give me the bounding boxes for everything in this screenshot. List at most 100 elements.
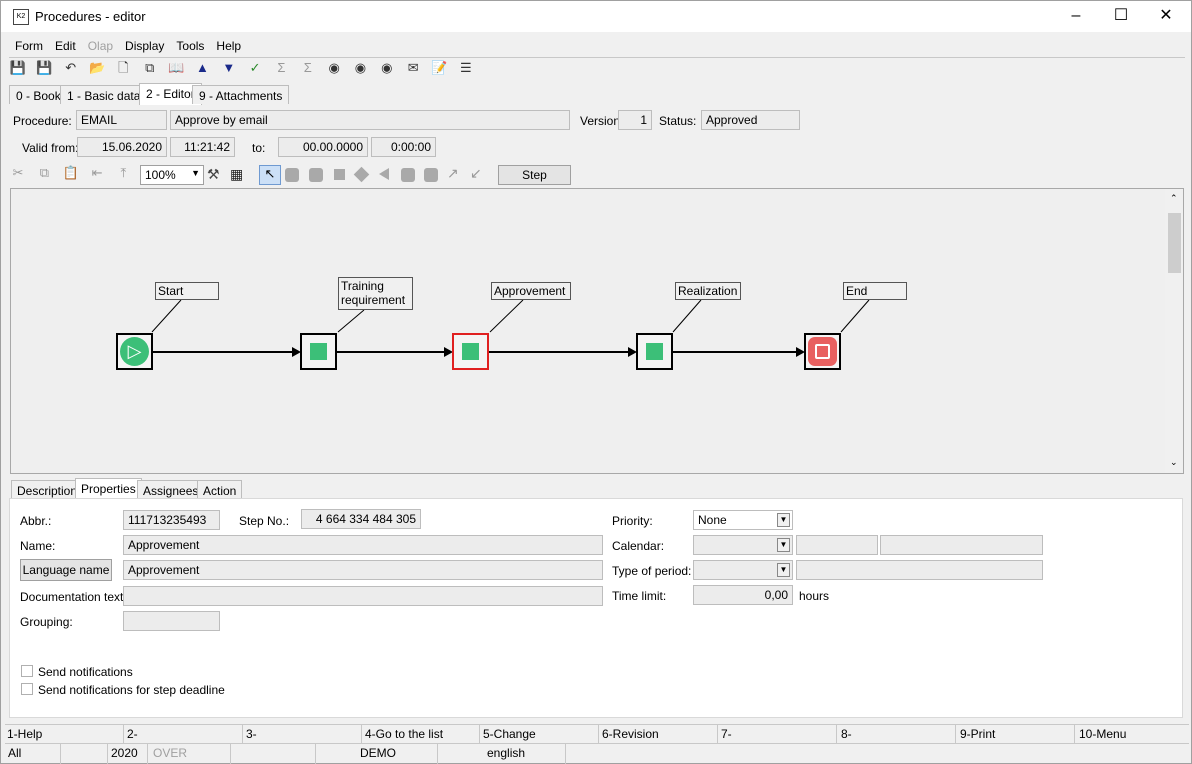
menu-olap[interactable]: Olap — [82, 35, 119, 53]
tab-properties[interactable]: Properties — [75, 478, 142, 500]
name-field[interactable]: Approvement — [123, 535, 603, 555]
book-icon[interactable]: 📖 — [167, 59, 185, 77]
version-field[interactable]: 1 — [618, 110, 652, 130]
fkey-change[interactable]: 5-Change — [483, 727, 536, 741]
step-no-field[interactable]: 4 664 334 484 305 — [301, 509, 421, 529]
decision-shape-icon[interactable] — [353, 166, 370, 183]
square-shape-icon[interactable] — [334, 169, 345, 180]
to-date-field[interactable]: 00.00.0000 — [278, 137, 368, 157]
scroll-down-icon[interactable]: ⌄ — [1170, 457, 1178, 468]
node-label-end[interactable]: End — [843, 282, 907, 300]
send-notifications-deadline-checkbox[interactable] — [21, 683, 33, 695]
tab-attachments[interactable]: 9 - Attachments — [192, 85, 290, 104]
fkey-revision[interactable]: 6-Revision — [602, 727, 659, 741]
type-of-period-select[interactable]: ▼ — [693, 560, 793, 580]
calendar-code-field[interactable] — [796, 535, 878, 555]
fkey-8[interactable]: 8- — [841, 727, 852, 741]
fkey-2[interactable]: 2- — [127, 727, 138, 741]
valid-from-date-field[interactable]: 15.06.2020 — [77, 137, 167, 157]
menu-lines-icon[interactable]: ☰ — [457, 59, 475, 77]
abbr-field[interactable]: 111713235493 — [123, 510, 220, 530]
valid-from-time-field[interactable]: 11:21:42 — [170, 137, 235, 157]
node-label-realization[interactable]: Realization — [675, 282, 741, 300]
arrow-down-icon[interactable]: ▼ — [220, 59, 238, 77]
tab-assignees[interactable]: Assignees — [137, 480, 205, 499]
find-prev-icon[interactable]: ◉ — [378, 59, 396, 77]
close-icon[interactable]: ✕ — [1143, 1, 1189, 32]
time-limit-field[interactable]: 0,00 — [693, 585, 793, 605]
flow-arrow[interactable] — [673, 351, 797, 353]
tab-description[interactable]: Description — [11, 480, 84, 499]
maximize-icon[interactable]: ☐ — [1098, 1, 1144, 32]
pointer-tool-icon[interactable]: ↖ — [259, 165, 281, 185]
menu-help[interactable]: Help — [210, 35, 247, 53]
subtask-shape-icon[interactable] — [309, 168, 323, 182]
priority-select[interactable]: None ▼ — [693, 510, 793, 530]
grouping-field[interactable] — [123, 611, 220, 631]
calendar-select[interactable]: ▼ — [693, 535, 793, 555]
sum-filter-icon[interactable]: Σ — [299, 59, 317, 77]
end-node[interactable] — [804, 333, 841, 370]
calendar-name-field[interactable] — [880, 535, 1043, 555]
fkey-7[interactable]: 7- — [721, 727, 732, 741]
status-field[interactable]: Approved — [701, 110, 800, 130]
flow-arrow[interactable] — [489, 351, 629, 353]
binoculars-icon[interactable]: ◉ — [325, 59, 343, 77]
triangle-shape-icon[interactable] — [379, 168, 389, 180]
open-folder-icon[interactable]: 📂 — [88, 59, 106, 77]
undo-icon[interactable]: ↶ — [62, 59, 80, 77]
step-sequence-button[interactable]: Step sequence — [498, 165, 571, 200]
sum-icon[interactable]: Σ — [272, 59, 290, 77]
task-node-approvement[interactable] — [452, 333, 489, 370]
copy-icon[interactable]: ⧉ — [35, 164, 53, 182]
minimize-icon[interactable]: – — [1053, 1, 1099, 32]
scroll-thumb[interactable] — [1168, 213, 1181, 273]
stop-shape-icon[interactable] — [424, 168, 438, 182]
chevron-down-icon[interactable]: ▼ — [777, 513, 790, 527]
end-shape-icon[interactable] — [401, 168, 415, 182]
chevron-down-icon[interactable]: ▼ — [777, 538, 790, 552]
send-notifications-checkbox[interactable] — [21, 665, 33, 677]
to-time-field[interactable]: 0:00:00 — [371, 137, 436, 157]
menu-edit[interactable]: Edit — [49, 35, 82, 53]
filter-icon[interactable]: ✓ — [246, 59, 264, 77]
grid-icon[interactable]: ▦ — [230, 166, 243, 183]
menu-form[interactable]: Form — [9, 35, 49, 53]
new-document-icon[interactable]: 🗋 — [114, 59, 132, 77]
tab-action[interactable]: Action — [197, 480, 243, 499]
documentation-text-field[interactable] — [123, 586, 603, 606]
task-node-training[interactable] — [300, 333, 337, 370]
menu-tools[interactable]: Tools — [170, 35, 210, 53]
fkey-3[interactable]: 3- — [246, 727, 257, 741]
fkey-menu[interactable]: 10-Menu — [1079, 727, 1126, 741]
node-label-approvement[interactable]: Approvement — [491, 282, 571, 300]
procedure-name-field[interactable]: Approve by email — [170, 110, 570, 130]
cut-icon[interactable]: ✂ — [9, 164, 27, 182]
diagram-canvas[interactable]: ⌃ ⌄ ▷ Start Training requirement Approve… — [10, 188, 1184, 474]
vertical-scrollbar[interactable]: ⌃ ⌄ — [1165, 189, 1183, 473]
zoom-select[interactable]: 100% ▼ — [140, 165, 204, 185]
chevron-down-icon[interactable]: ▼ — [777, 563, 790, 577]
tab-basic-data[interactable]: 1 - Basic data — [60, 85, 148, 104]
flow-arrow[interactable] — [153, 351, 293, 353]
flow-arrow[interactable] — [337, 351, 445, 353]
arrow-up-icon[interactable]: ▲ — [193, 59, 211, 77]
language-name-button[interactable]: Language name — [20, 559, 112, 581]
paste-icon[interactable]: 📋 — [62, 164, 80, 182]
task-shape-icon[interactable] — [285, 168, 299, 182]
connector-down-icon[interactable]: ↙ — [470, 165, 482, 182]
tab-book[interactable]: 0 - Book — [9, 85, 68, 104]
copy-document-icon[interactable]: ⧉ — [141, 59, 159, 77]
connector-up-icon[interactable]: ↗ — [447, 165, 459, 182]
fkey-print[interactable]: 9-Print — [960, 727, 995, 741]
language-name-field[interactable]: Approvement — [123, 560, 603, 580]
menu-display[interactable]: Display — [119, 35, 170, 53]
save-icon[interactable]: 💾 — [9, 59, 27, 77]
align-top-icon[interactable]: ⤒ — [114, 164, 132, 182]
start-node[interactable]: ▷ — [116, 333, 153, 370]
save-as-icon[interactable]: 💾 — [35, 59, 53, 77]
fkey-help[interactable]: 1-Help — [7, 727, 42, 741]
fkey-go-to-list[interactable]: 4-Go to the list — [365, 727, 443, 741]
mail-icon[interactable]: ✉ — [404, 59, 422, 77]
task-node-realization[interactable] — [636, 333, 673, 370]
